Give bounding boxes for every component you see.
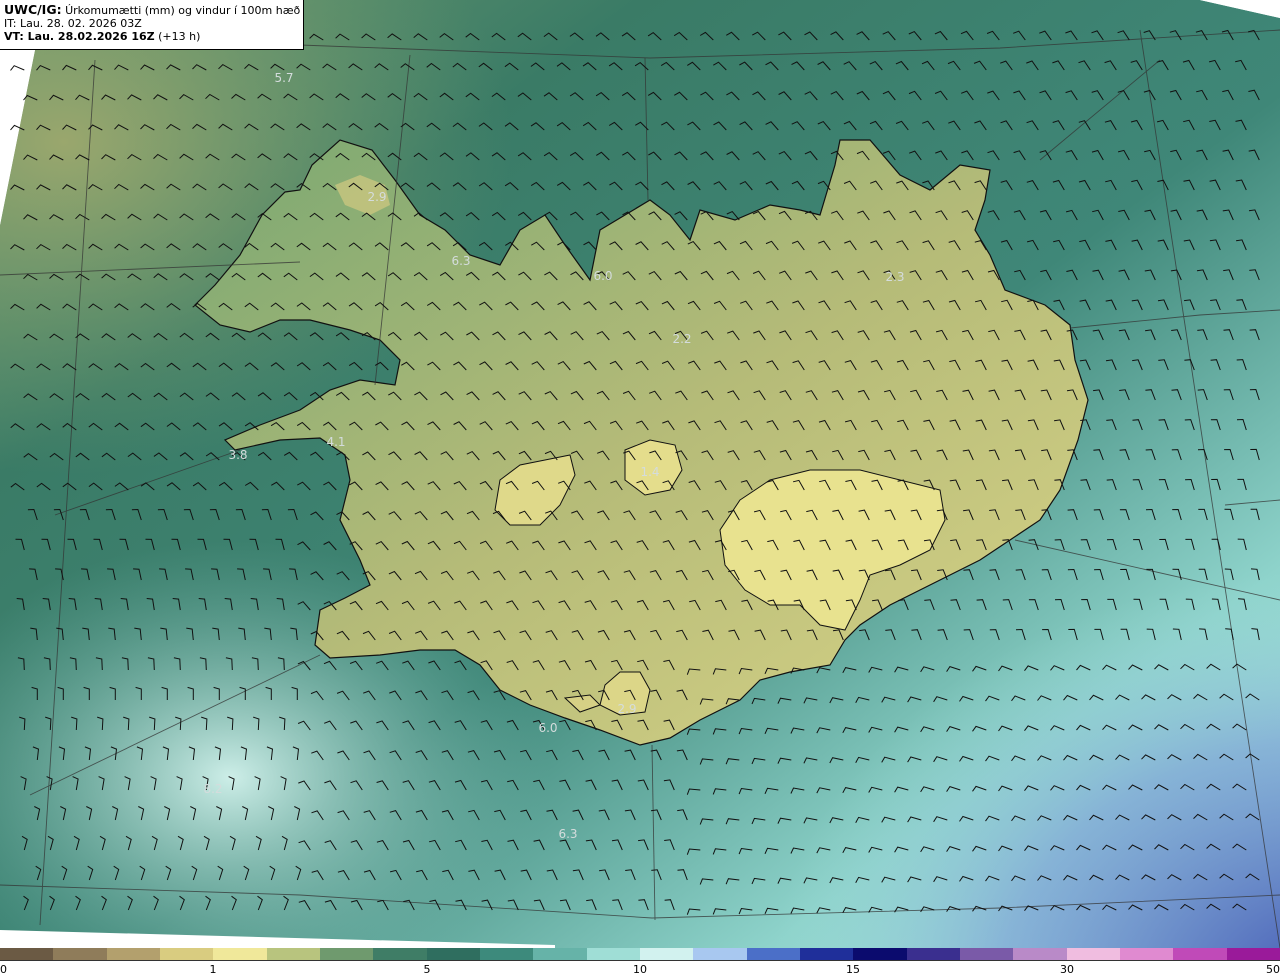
- value-label: 2.9: [617, 702, 636, 716]
- colorbar-scale: [0, 948, 1280, 961]
- colorbar-segment: [693, 948, 748, 960]
- colorbar-segment: [1173, 948, 1228, 960]
- colorbar-segment: [1013, 948, 1068, 960]
- value-label: 3.8: [228, 448, 247, 462]
- value-label: 6.3: [558, 827, 577, 841]
- forecast-offset: (+13 h): [158, 30, 201, 43]
- issue-time: IT: Lau. 28. 02. 2026 03Z: [4, 17, 142, 30]
- colorbar-segment: [533, 948, 588, 960]
- colorbar-segment: [373, 948, 428, 960]
- colorbar-segment: [1226, 948, 1280, 960]
- colorbar-segment: [853, 948, 908, 960]
- colorbar-segment: [1066, 948, 1121, 960]
- colorbar-segment: [160, 948, 215, 960]
- value-label: 4.1: [326, 435, 345, 449]
- value-label: 5.7: [274, 71, 293, 85]
- colorbar-segment: [906, 948, 961, 960]
- value-label: 6.0: [593, 269, 612, 283]
- colorbar-segment: [266, 948, 321, 960]
- value-label: 2.9: [367, 190, 386, 204]
- colorbar-tick-label: 5: [423, 963, 431, 976]
- valid-time-line: VT: Lau. 28.02.2026 16Z (+13 h): [4, 30, 299, 43]
- colorbar-segment: [960, 948, 1015, 960]
- colorbar: 0 1 5 10 15 30 50: [0, 948, 1280, 978]
- title-line: UWC/IG: Úrkomumætti (mm) og vindur í 100…: [4, 2, 301, 17]
- colorbar-segment: [0, 948, 55, 960]
- colorbar-segment: [800, 948, 855, 960]
- colorbar-segment: [746, 948, 801, 960]
- colorbar-tick-label: 1: [209, 963, 217, 976]
- value-label: 2.2: [672, 332, 691, 346]
- colorbar-segment: [320, 948, 375, 960]
- colorbar-tick-label: 50: [1266, 963, 1280, 976]
- colorbar-segment: [106, 948, 161, 960]
- colorbar-segment: [586, 948, 641, 960]
- product-description: Úrkomumætti (mm) og vindur í 100m hæð: [65, 4, 301, 17]
- colorbar-segment: [213, 948, 268, 960]
- colorbar-segment: [640, 948, 695, 960]
- value-label: 8.2: [203, 782, 222, 796]
- forecast-map: 5.7 2.9 6.3 6.0 2.3 2.2 4.1 3.8 1.4 2.9 …: [0, 0, 1280, 948]
- map-info-box: UWC/IG: Úrkomumætti (mm) og vindur í 100…: [0, 0, 304, 50]
- value-label: 1.4: [640, 465, 659, 479]
- colorbar-tick-label: 30: [1060, 963, 1074, 976]
- colorbar-segment: [1120, 948, 1175, 960]
- value-label: 6.0: [538, 721, 557, 735]
- colorbar-tick-label: 10: [633, 963, 647, 976]
- colorbar-segment: [480, 948, 535, 960]
- colorbar-tick-label: 15: [846, 963, 860, 976]
- value-label: 2.3: [885, 270, 904, 284]
- colorbar-tick-label: 0: [0, 963, 7, 976]
- valid-time: VT: Lau. 28.02.2026 16Z: [4, 30, 155, 43]
- colorbar-segment: [426, 948, 481, 960]
- model-name: UWC/IG:: [4, 2, 62, 17]
- colorbar-segment: [53, 948, 108, 960]
- value-label: 6.3: [451, 254, 470, 268]
